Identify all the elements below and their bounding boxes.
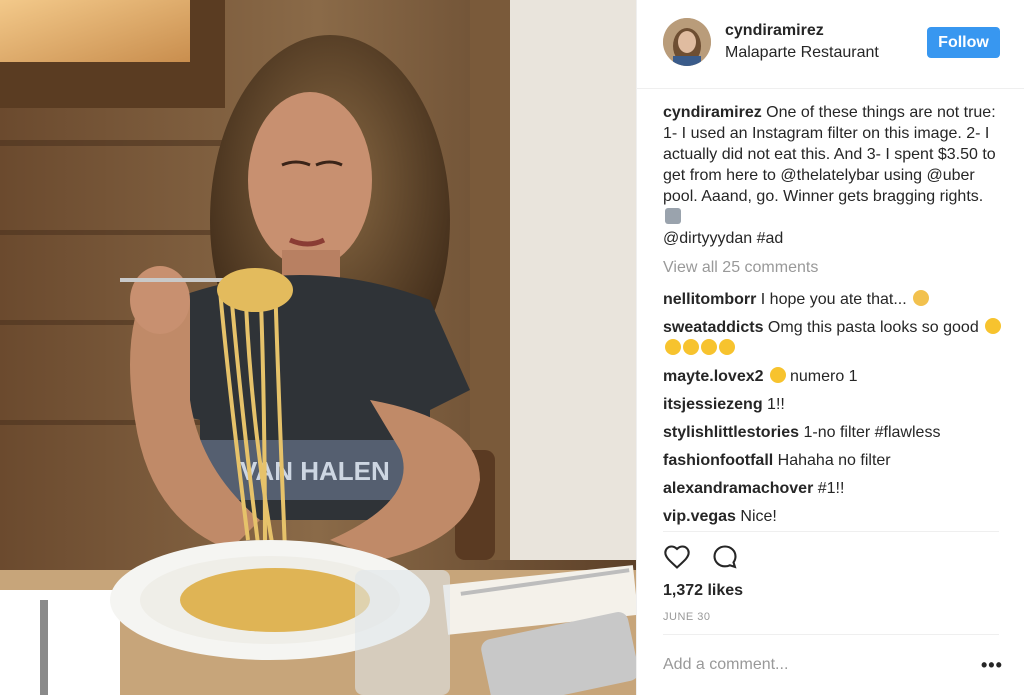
divider bbox=[663, 634, 999, 635]
comments-list: nellitomborr I hope you ate that... swea… bbox=[663, 289, 1003, 534]
avatar[interactable] bbox=[663, 18, 711, 66]
pasta-photo-image: VAN HALEN bbox=[0, 0, 636, 695]
comment-username[interactable]: alexandramachover bbox=[663, 480, 813, 497]
comment-text: 1-no filter #flawless bbox=[799, 424, 941, 441]
comment-username[interactable]: sweataddicts bbox=[663, 319, 763, 336]
comment-text: I hope you ate that... bbox=[756, 291, 912, 308]
heart-eyes-emoji-icon bbox=[683, 339, 699, 355]
post-date: JUNE 30 bbox=[663, 611, 711, 623]
comment-item: sweataddicts Omg this pasta looks so goo… bbox=[663, 317, 1003, 359]
avatar-image bbox=[663, 18, 711, 66]
comment-text: Hahaha no filter bbox=[773, 452, 891, 469]
thinking-emoji-icon bbox=[769, 367, 786, 383]
heart-eyes-emoji-icon bbox=[985, 318, 1002, 334]
post-caption: cyndiramirez One of these things are not… bbox=[663, 102, 1003, 249]
post-header: cyndiramirez Malaparte Restaurant Follow bbox=[637, 0, 1024, 89]
caption-username[interactable]: cyndiramirez bbox=[663, 104, 762, 121]
divider bbox=[663, 531, 999, 532]
comment-item: mayte.lovex2 numero 1 bbox=[663, 366, 1003, 387]
comment-username[interactable]: fashionfootfall bbox=[663, 452, 773, 469]
add-comment-input[interactable]: Add a comment... bbox=[663, 656, 788, 674]
comment-text: Nice! bbox=[735, 508, 777, 525]
view-all-comments-link[interactable]: View all 25 comments bbox=[663, 259, 818, 277]
comment-item: vip.vegas Nice! bbox=[663, 506, 1003, 527]
more-options-icon[interactable]: ••• bbox=[981, 655, 1003, 676]
post-username[interactable]: cyndiramirez bbox=[725, 22, 824, 40]
comment-item: alexandramachover #1!! bbox=[663, 478, 1003, 499]
caption-tail[interactable]: @dirtyyydan #ad bbox=[663, 230, 783, 247]
likes-count[interactable]: 1,372 likes bbox=[663, 582, 743, 600]
comment-text: Omg this pasta looks so good bbox=[763, 319, 984, 336]
comment-username[interactable]: mayte.lovex2 bbox=[663, 368, 764, 385]
comment-username[interactable]: itsjessiezeng bbox=[663, 396, 763, 413]
comment-icon[interactable] bbox=[711, 543, 739, 576]
heart-icon[interactable] bbox=[663, 543, 691, 576]
post-photo[interactable]: VAN HALEN bbox=[0, 0, 636, 695]
comment-text: 1!! bbox=[762, 396, 785, 413]
heart-eyes-emoji-icon bbox=[719, 339, 735, 355]
follow-button[interactable]: Follow bbox=[927, 27, 1000, 58]
comment-item: stylishlittlestories 1-no filter #flawle… bbox=[663, 422, 1003, 443]
spaghetti-emoji-icon bbox=[913, 290, 930, 306]
comment-text: #1!! bbox=[813, 480, 845, 497]
comment-username[interactable]: stylishlittlestories bbox=[663, 424, 799, 441]
heart-eyes-emoji-icon bbox=[701, 339, 717, 355]
comment-username[interactable]: nellitomborr bbox=[663, 291, 756, 308]
comment-username[interactable]: vip.vegas bbox=[663, 508, 736, 525]
comment-item: fashionfootfall Hahaha no filter bbox=[663, 450, 1003, 471]
comment-item: nellitomborr I hope you ate that... bbox=[663, 289, 1003, 310]
post-detail-panel: cyndiramirez Malaparte Restaurant Follow… bbox=[636, 0, 1024, 695]
heart-eyes-emoji-icon bbox=[665, 339, 681, 355]
comment-item: itsjessiezeng 1!! bbox=[663, 394, 1003, 415]
comment-text: numero 1 bbox=[785, 368, 858, 385]
post-location[interactable]: Malaparte Restaurant bbox=[725, 44, 879, 62]
camera-emoji-icon bbox=[665, 208, 681, 224]
